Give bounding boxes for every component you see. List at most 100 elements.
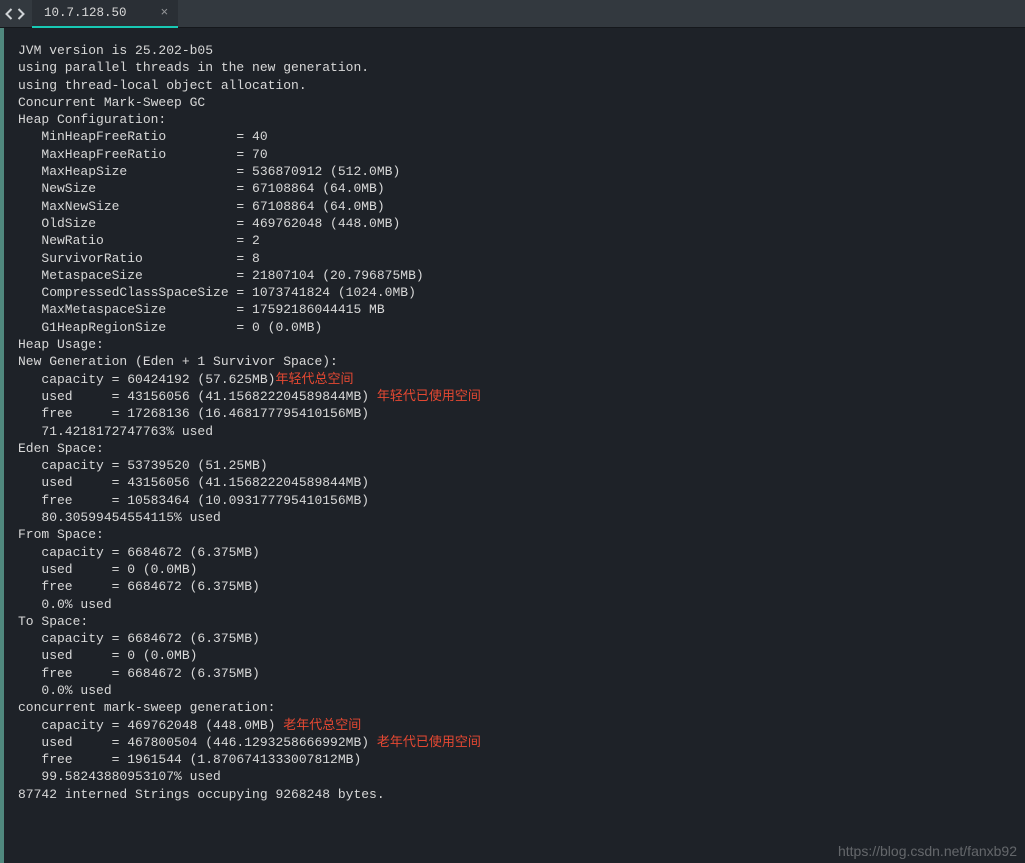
terminal-line: To Space: (18, 613, 1025, 630)
annotation-label: 老年代总空间 (283, 718, 361, 733)
terminal-line: 99.58243880953107% used (18, 768, 1025, 785)
terminal-text: JVM version is 25.202-b05 (18, 43, 213, 58)
terminal-line: concurrent mark-sweep generation: (18, 699, 1025, 716)
terminal-line: free = 6684672 (6.375MB) (18, 665, 1025, 682)
terminal-text: using thread-local object allocation. (18, 78, 307, 93)
terminal-text: MaxHeapFreeRatio = 70 (18, 147, 268, 162)
terminal-text: MinHeapFreeRatio = 40 (18, 129, 268, 144)
terminal-line: free = 10583464 (10.093177795410156MB) (18, 492, 1025, 509)
terminal-text: MaxNewSize = 67108864 (64.0MB) (18, 199, 385, 214)
terminal-text: CompressedClassSpaceSize = 1073741824 (1… (18, 285, 416, 300)
terminal-text: free = 6684672 (6.375MB) (18, 666, 260, 681)
terminal-line: used = 43156056 (41.156822204589844MB) 年… (18, 388, 1025, 405)
terminal-text: using parallel threads in the new genera… (18, 60, 369, 75)
terminal-text: 87742 interned Strings occupying 9268248… (18, 787, 385, 802)
terminal-line: free = 1961544 (1.8706741333007812MB) (18, 751, 1025, 768)
terminal-line: Eden Space: (18, 440, 1025, 457)
tab-title: 10.7.128.50 (44, 6, 127, 20)
terminal-line: used = 43156056 (41.156822204589844MB) (18, 474, 1025, 491)
terminal-output[interactable]: JVM version is 25.202-b05 using parallel … (4, 28, 1025, 863)
nav-forward-icon[interactable] (15, 7, 26, 21)
terminal-line: From Space: (18, 526, 1025, 543)
terminal-line: Heap Configuration: (18, 111, 1025, 128)
terminal-line: NewRatio = 2 (18, 232, 1025, 249)
terminal-line: free = 17268136 (16.468177795410156MB) (18, 405, 1025, 422)
terminal-line: MetaspaceSize = 21807104 (20.796875MB) (18, 267, 1025, 284)
terminal-line: NewSize = 67108864 (64.0MB) (18, 180, 1025, 197)
terminal-text: used = 0 (0.0MB) (18, 648, 197, 663)
terminal-text: From Space: (18, 527, 104, 542)
watermark: https://blog.csdn.net/fanxb92 (838, 843, 1017, 859)
terminal-text: To Space: (18, 614, 88, 629)
terminal-text: Heap Usage: (18, 337, 104, 352)
terminal-line: G1HeapRegionSize = 0 (0.0MB) (18, 319, 1025, 336)
terminal-text: capacity = 60424192 (57.625MB) (18, 372, 275, 387)
terminal-text: free = 17268136 (16.468177795410156MB) (18, 406, 369, 421)
terminal-text: Eden Space: (18, 441, 104, 456)
terminal-text: 99.58243880953107% used (18, 769, 221, 784)
terminal-text: 71.4218172747763% used (18, 424, 213, 439)
terminal-text: free = 1961544 (1.8706741333007812MB) (18, 752, 361, 767)
nav-back-icon[interactable] (4, 7, 15, 21)
terminal-line: Concurrent Mark-Sweep GC (18, 94, 1025, 111)
terminal-line: MaxHeapSize = 536870912 (512.0MB) (18, 163, 1025, 180)
terminal-line: Heap Usage: (18, 336, 1025, 353)
terminal-line: SurvivorRatio = 8 (18, 250, 1025, 267)
terminal-line: capacity = 53739520 (51.25MB) (18, 457, 1025, 474)
terminal-text: New Generation (Eden + 1 Survivor Space)… (18, 354, 338, 369)
terminal-text: used = 43156056 (41.156822204589844MB) (18, 475, 369, 490)
close-icon[interactable]: × (161, 5, 169, 20)
terminal-text: capacity = 53739520 (51.25MB) (18, 458, 268, 473)
terminal-text: Concurrent Mark-Sweep GC (18, 95, 205, 110)
terminal-text: concurrent mark-sweep generation: (18, 700, 275, 715)
terminal-line: capacity = 6684672 (6.375MB) (18, 544, 1025, 561)
terminal-text: MaxHeapSize = 536870912 (512.0MB) (18, 164, 400, 179)
terminal-line: capacity = 469762048 (448.0MB) 老年代总空间 (18, 717, 1025, 734)
terminal-text: free = 6684672 (6.375MB) (18, 579, 260, 594)
annotation-label: 老年代已使用空间 (377, 735, 481, 750)
terminal-line: free = 6684672 (6.375MB) (18, 578, 1025, 595)
terminal-text: used = 467800504 (446.1293258666992MB) (18, 735, 377, 750)
tab-active[interactable]: 10.7.128.50 × (32, 0, 178, 28)
terminal-line: using parallel threads in the new genera… (18, 59, 1025, 76)
terminal-text: 0.0% used (18, 683, 112, 698)
terminal-text: Heap Configuration: (18, 112, 166, 127)
terminal-line: using thread-local object allocation. (18, 77, 1025, 94)
nav-arrows (0, 7, 32, 21)
terminal-text: 80.30599454554115% used (18, 510, 221, 525)
terminal-text: G1HeapRegionSize = 0 (0.0MB) (18, 320, 322, 335)
terminal-text: free = 10583464 (10.093177795410156MB) (18, 493, 369, 508)
terminal-text: capacity = 469762048 (448.0MB) (18, 718, 283, 733)
terminal-line: 87742 interned Strings occupying 9268248… (18, 786, 1025, 803)
terminal-line: MinHeapFreeRatio = 40 (18, 128, 1025, 145)
terminal-text: NewSize = 67108864 (64.0MB) (18, 181, 385, 196)
terminal-text: MaxMetaspaceSize = 17592186044415 MB (18, 302, 385, 317)
terminal-text: used = 43156056 (41.156822204589844MB) (18, 389, 377, 404)
terminal-line: MaxHeapFreeRatio = 70 (18, 146, 1025, 163)
terminal-text: used = 0 (0.0MB) (18, 562, 197, 577)
terminal-text: 0.0% used (18, 597, 112, 612)
terminal-line: used = 467800504 (446.1293258666992MB) 老… (18, 734, 1025, 751)
terminal-line: used = 0 (0.0MB) (18, 561, 1025, 578)
terminal-line: OldSize = 469762048 (448.0MB) (18, 215, 1025, 232)
terminal-line: capacity = 6684672 (6.375MB) (18, 630, 1025, 647)
terminal-line: JVM version is 25.202-b05 (18, 42, 1025, 59)
annotation-label: 年轻代总空间 (275, 372, 353, 387)
terminal-line: 0.0% used (18, 682, 1025, 699)
terminal-line: capacity = 60424192 (57.625MB)年轻代总空间 (18, 371, 1025, 388)
terminal-line: used = 0 (0.0MB) (18, 647, 1025, 664)
terminal-text: SurvivorRatio = 8 (18, 251, 260, 266)
tab-bar: 10.7.128.50 × (0, 0, 1025, 28)
terminal-line: MaxNewSize = 67108864 (64.0MB) (18, 198, 1025, 215)
terminal-text: OldSize = 469762048 (448.0MB) (18, 216, 400, 231)
terminal-line: 71.4218172747763% used (18, 423, 1025, 440)
terminal-text: capacity = 6684672 (6.375MB) (18, 631, 260, 646)
terminal-text: NewRatio = 2 (18, 233, 260, 248)
terminal-text: MetaspaceSize = 21807104 (20.796875MB) (18, 268, 424, 283)
terminal-line: 0.0% used (18, 596, 1025, 613)
annotation-label: 年轻代已使用空间 (377, 389, 481, 404)
terminal-text: capacity = 6684672 (6.375MB) (18, 545, 260, 560)
terminal-line: CompressedClassSpaceSize = 1073741824 (1… (18, 284, 1025, 301)
terminal-line: 80.30599454554115% used (18, 509, 1025, 526)
terminal-wrapper: JVM version is 25.202-b05 using parallel … (0, 28, 1025, 863)
